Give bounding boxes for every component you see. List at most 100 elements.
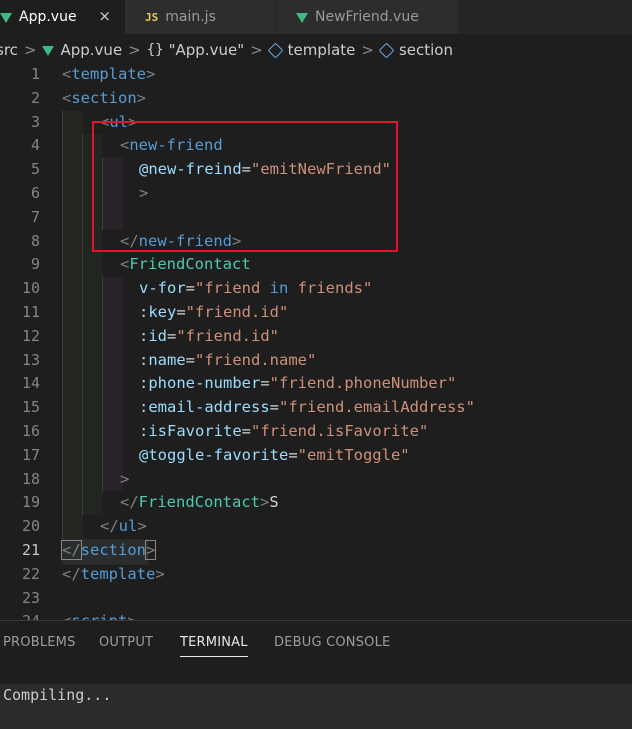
token-attribute: :isFavorite xyxy=(139,421,242,440)
token-bracket: > xyxy=(136,88,147,107)
token-component: FriendContact xyxy=(138,493,260,512)
vue-icon xyxy=(0,13,12,23)
token-text: S xyxy=(269,493,279,512)
token-operator: = xyxy=(167,326,177,345)
line-number: 10 xyxy=(21,279,40,298)
code-line: > xyxy=(62,181,632,206)
chevron-right-icon: > xyxy=(128,41,141,59)
current-line-number: 21 xyxy=(21,540,40,559)
token-operator: = xyxy=(260,374,270,393)
tab-label: NewFriend.vue xyxy=(315,9,419,25)
token-operator: = xyxy=(185,279,196,298)
token-tag: section xyxy=(71,88,137,107)
line-number: 17 xyxy=(21,445,40,464)
line-number: 8 xyxy=(30,231,40,250)
line-number: 20 xyxy=(21,517,40,536)
code-line: <FriendContact xyxy=(62,253,632,278)
token-tag: new-friend xyxy=(129,136,223,155)
token-operator: = xyxy=(241,160,251,179)
code-line: :name="friend.name" xyxy=(62,348,632,373)
tab-newfriend-vue[interactable]: NewFriend.vue xyxy=(276,0,458,34)
token-string: "friend.emailAddress" xyxy=(279,398,475,417)
line-number: 16 xyxy=(21,421,40,440)
token-bracket: </ xyxy=(120,231,139,250)
token-operator: = xyxy=(241,421,251,440)
token-keyword: in xyxy=(269,279,289,298)
line-number: 11 xyxy=(21,302,40,321)
code-line: :isFavorite="friend.isFavorite" xyxy=(62,419,632,444)
breadcrumb-component[interactable]: "App.vue" xyxy=(169,41,244,59)
code-line: :key="friend.id" xyxy=(62,300,632,325)
breadcrumb-folder[interactable]: src xyxy=(0,41,18,59)
code-line: </new-friend> xyxy=(62,229,632,254)
tab-terminal[interactable]: TERMINAL xyxy=(180,635,248,657)
code-line: </FriendContact>S xyxy=(62,491,632,516)
token-string: "friend xyxy=(195,279,270,298)
line-number: 19 xyxy=(21,493,40,512)
tab-app-vue[interactable]: App.vue × xyxy=(0,0,125,34)
editor-tab-bar: App.vue × JS main.js NewFriend.vue xyxy=(0,0,632,34)
token-attribute: @new-freind xyxy=(139,160,242,179)
indent-guide xyxy=(102,205,123,230)
token-bracket: < xyxy=(62,612,71,620)
breadcrumb-section[interactable]: section xyxy=(399,41,453,59)
line-number: 3 xyxy=(30,112,40,131)
code-editor[interactable]: 1 2 3 4 5 6 7 8 9 10 11 12 13 14 15 16 1… xyxy=(0,63,632,620)
code-line: </ul> xyxy=(62,515,632,539)
token-operator: = xyxy=(288,445,298,464)
token-tag: script xyxy=(71,612,127,620)
code-line xyxy=(62,205,632,230)
chevron-right-icon: > xyxy=(361,41,374,59)
token-bracket: > xyxy=(146,65,156,83)
terminal-panel[interactable]: Compiling... xyxy=(0,684,632,729)
line-number: 5 xyxy=(30,160,40,179)
token-bracket: </ xyxy=(120,493,139,512)
token-tag: new-friend xyxy=(138,231,232,250)
line-number: 7 xyxy=(30,207,40,226)
token-bracket: > xyxy=(120,469,130,488)
terminal-output: Compiling... xyxy=(3,686,112,704)
code-line: <template> xyxy=(62,63,632,87)
code-line: > xyxy=(62,467,632,492)
tab-main-js[interactable]: JS main.js xyxy=(125,0,275,34)
token-operator: = xyxy=(176,302,186,321)
tab-problems[interactable]: PROBLEMS xyxy=(3,635,76,650)
chevron-right-icon: > xyxy=(250,41,263,59)
token-bracket: > xyxy=(137,517,147,536)
code-line: </template> xyxy=(62,563,632,587)
token-bracket: > xyxy=(155,564,165,583)
token-string: "friend.phoneNumber" xyxy=(269,374,457,393)
line-number: 12 xyxy=(21,326,40,345)
close-icon[interactable]: × xyxy=(98,7,111,25)
tab-debug-console[interactable]: DEBUG CONSOLE xyxy=(274,635,390,650)
token-tag: ul xyxy=(118,517,138,536)
token-tag: template xyxy=(71,65,146,83)
code-lines[interactable]: <template> <section> <ul> <new-friend @n… xyxy=(61,63,632,620)
token-string: "friend.name" xyxy=(195,350,317,369)
token-attribute: :id xyxy=(139,326,167,345)
token-attribute: :phone-number xyxy=(139,374,261,393)
line-number: 14 xyxy=(21,374,40,393)
vue-icon xyxy=(296,13,308,23)
token-bracket: < xyxy=(120,255,130,274)
code-line: <section> xyxy=(62,87,632,111)
token-bracket: > xyxy=(128,112,138,131)
indent-guide xyxy=(82,205,103,230)
line-number: 9 xyxy=(30,255,40,274)
token-string: "emitNewFriend" xyxy=(251,160,391,179)
token-bracket: > xyxy=(144,539,157,560)
code-line: <ul> xyxy=(62,110,632,135)
token-operator: = xyxy=(269,398,279,417)
code-line: :id="friend.id" xyxy=(62,324,632,349)
line-number: 4 xyxy=(30,136,40,155)
token-attribute: v-for xyxy=(139,279,186,298)
token-bracket: </ xyxy=(100,517,119,536)
breadcrumb-template[interactable]: template xyxy=(288,41,356,59)
token-attribute: :key xyxy=(139,302,177,321)
token-bracket: </ xyxy=(61,539,82,560)
breadcrumb-file[interactable]: App.vue xyxy=(60,41,122,59)
token-bracket: </ xyxy=(62,564,81,583)
tab-output[interactable]: OUTPUT xyxy=(99,635,153,650)
tab-label: main.js xyxy=(165,9,216,25)
